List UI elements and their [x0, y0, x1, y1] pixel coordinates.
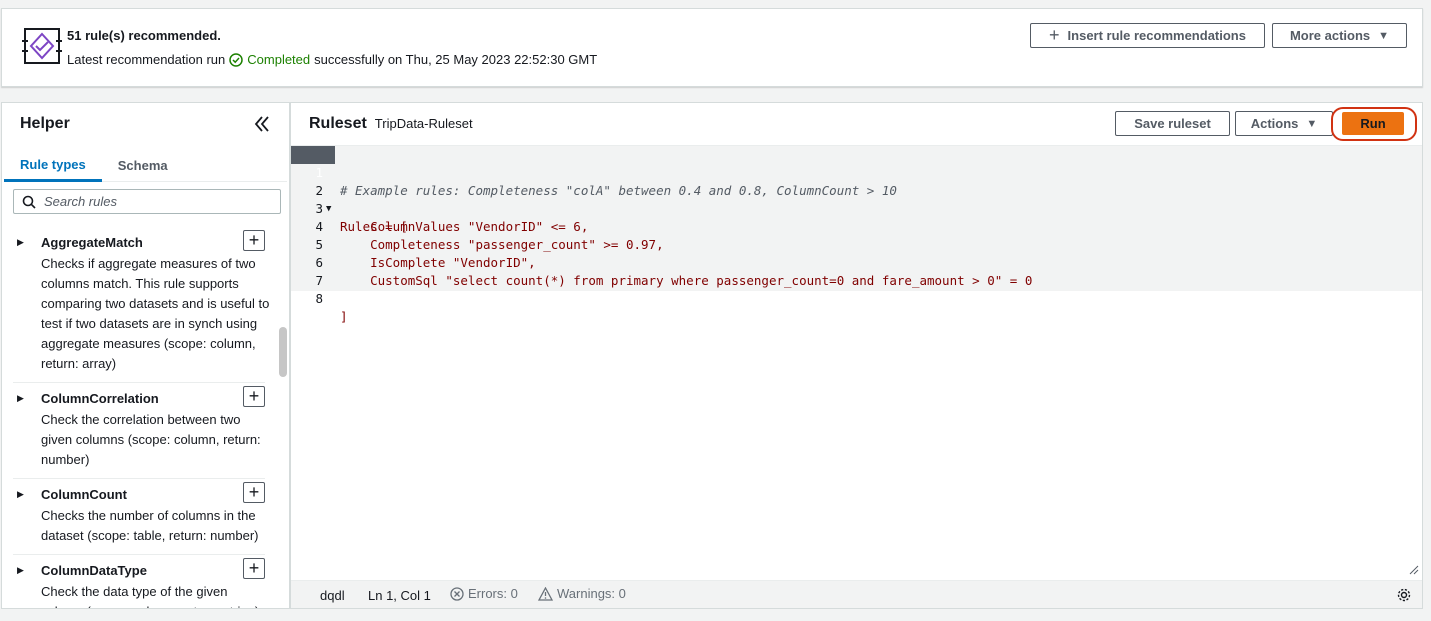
helper-panel: Helper Rule types Schema ▶ AggregateMatc…: [1, 102, 290, 609]
code-text: ]: [340, 309, 348, 324]
plus-icon: +: [248, 230, 260, 250]
gear-icon[interactable]: [1396, 587, 1412, 603]
insert-rule-recommendations-button[interactable]: + Insert rule recommendations: [1030, 23, 1265, 48]
warning-icon: [538, 586, 553, 601]
tab-schema[interactable]: Schema: [102, 149, 184, 182]
rule-name[interactable]: ColumnCount: [41, 485, 265, 506]
tab-rule-types[interactable]: Rule types: [4, 149, 102, 182]
ruleset-title: Ruleset: [309, 115, 367, 132]
plus-icon: +: [1049, 24, 1060, 45]
ruleset-panel: Ruleset TripData-Ruleset Save ruleset Ac…: [290, 102, 1423, 609]
errors-count: Errors: 0: [468, 586, 518, 601]
list-item: ▶ AggregateMatch Checks if aggregate mea…: [13, 227, 269, 383]
list-item: ▶ ColumnDataType Check the data type of …: [13, 555, 265, 608]
expand-triangle-icon[interactable]: ▶: [17, 237, 24, 248]
code-editor[interactable]: 1 # Example rules: Completeness "colA" b…: [291, 145, 1422, 324]
run-button[interactable]: Run: [1342, 112, 1404, 135]
list-item: ▶ ColumnCorrelation Check the correlatio…: [13, 383, 265, 479]
rule-description: Check the correlation between two given …: [41, 412, 261, 467]
rule-description: Checks if aggregate measures of two colu…: [41, 256, 270, 371]
line-number: 8: [315, 291, 323, 306]
add-rule-button[interactable]: +: [243, 558, 265, 579]
code-line: 5 IsComplete "VendorID",: [291, 218, 1422, 270]
expand-triangle-icon[interactable]: ▶: [17, 393, 24, 404]
helper-title: Helper: [20, 115, 70, 132]
code-line: 4 Completeness "passenger_count" >= 0.97…: [291, 200, 1422, 252]
recommendation-banner: 51 rule(s) recommended. Latest recommend…: [1, 8, 1423, 87]
code-line: 1 # Example rules: Completeness "colA" b…: [291, 146, 1422, 198]
rule-name[interactable]: AggregateMatch: [41, 233, 265, 254]
code-line: 8 ]: [291, 272, 1422, 324]
recommendation-count: 51 rule(s) recommended.: [67, 28, 221, 43]
error-icon: [450, 586, 464, 601]
warnings-count: Warnings: 0: [557, 586, 626, 601]
search-rules-box: [13, 189, 281, 214]
collapse-panel-icon[interactable]: [252, 115, 272, 133]
save-ruleset-button[interactable]: Save ruleset: [1115, 111, 1230, 136]
language-indicator: dqdl: [320, 588, 345, 603]
success-check-icon: [229, 52, 244, 67]
add-rule-button[interactable]: +: [243, 482, 265, 503]
add-rule-button[interactable]: +: [243, 230, 265, 251]
rule-description: Checks the number of columns in the data…: [41, 508, 259, 543]
run-suffix: successfully on Thu, 25 May 2023 22:52:3…: [314, 52, 598, 67]
run-status-text: Completed: [247, 52, 311, 67]
resize-grip-icon[interactable]: [1409, 565, 1419, 575]
more-actions-button[interactable]: More actions ▼: [1272, 23, 1407, 48]
insert-label: Insert rule recommendations: [1067, 28, 1246, 43]
code-line: 2 ▼ Rules = [: [291, 164, 1422, 234]
code-line: 3 ColumnValues "VendorID" <= 6,: [291, 182, 1422, 234]
plus-icon: +: [248, 558, 260, 578]
expand-triangle-icon[interactable]: ▶: [17, 565, 24, 576]
ruleset-name: TripData-Ruleset: [374, 116, 473, 131]
list-item: ▶ ColumnCount Checks the number of colum…: [13, 479, 265, 555]
code-line: 6 CustomSql "select count(*) from primar…: [291, 236, 1422, 288]
editor-status-bar: dqdl Ln 1, Col 1 Errors: 0 Warnings: 0: [291, 580, 1422, 608]
code-line: 7: [291, 254, 1422, 288]
helper-scrollbar[interactable]: [279, 327, 287, 377]
rule-description: Check the data type of the given column …: [41, 584, 259, 608]
rule-name[interactable]: ColumnCorrelation: [41, 389, 265, 410]
caret-down-icon: ▼: [1378, 29, 1390, 42]
rule-type-list: ▶ AggregateMatch Checks if aggregate mea…: [2, 227, 277, 608]
run-label: Run: [1360, 116, 1386, 131]
plus-icon: +: [248, 482, 260, 502]
save-ruleset-label: Save ruleset: [1134, 116, 1211, 131]
rule-name[interactable]: ColumnDataType: [41, 561, 265, 582]
warnings-indicator[interactable]: Warnings: 0: [538, 586, 626, 601]
search-rules-input[interactable]: [44, 194, 264, 209]
helper-tabs: Rule types Schema: [4, 149, 287, 182]
actions-label: Actions: [1250, 116, 1299, 131]
search-icon: [22, 195, 36, 209]
plus-icon: +: [248, 386, 260, 406]
add-rule-button[interactable]: +: [243, 386, 265, 407]
rules-recommendation-icon: [22, 28, 62, 64]
caret-down-icon: ▼: [1306, 117, 1318, 130]
run-prefix: Latest recommendation run: [67, 52, 226, 67]
ruleset-header: Ruleset TripData-Ruleset: [309, 115, 473, 133]
more-actions-label: More actions: [1289, 28, 1371, 43]
actions-button[interactable]: Actions ▼: [1235, 111, 1333, 136]
recommendation-run-status: Latest recommendation run Completed succ…: [67, 52, 597, 67]
errors-indicator[interactable]: Errors: 0: [450, 586, 518, 601]
expand-triangle-icon[interactable]: ▶: [17, 489, 24, 500]
cursor-position: Ln 1, Col 1: [368, 588, 431, 603]
